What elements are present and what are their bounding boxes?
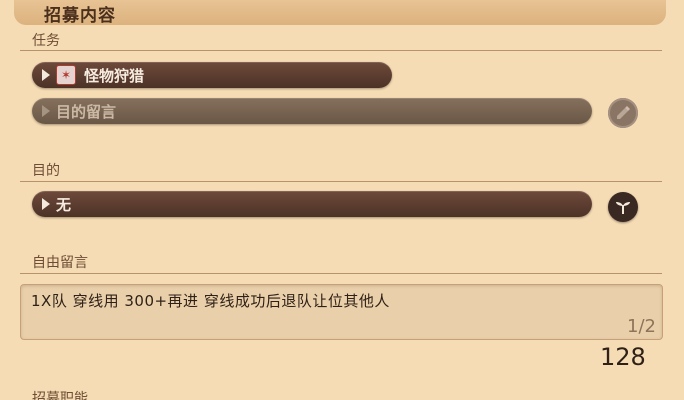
edit-icon [617,106,630,119]
edit-button[interactable] [608,98,638,128]
free-comment-textbox[interactable]: 1X队 穿线用 300+再进 穿线成功后退队让位其他人 1/2 [20,284,663,340]
recruit-role-section-label: 招募职能 [32,391,88,400]
purpose-select[interactable]: 无 [32,191,592,217]
purpose-select-value: 无 [56,195,72,214]
sprout-icon [616,202,630,214]
divider [20,50,662,51]
page-title: 招募内容 [44,6,116,26]
divider [20,273,662,274]
purpose-note-label: 目的留言 [56,102,117,121]
purpose-note-select[interactable]: 目的留言 [32,98,592,124]
sprout-button[interactable] [608,192,638,222]
char-count: 128 [600,343,646,371]
play-arrow-icon [42,105,50,117]
monster-hunt-icon: ✶ [56,65,76,85]
header-bar: 招募内容 [14,0,666,26]
free-comment-text: 1X队 穿线用 300+再进 穿线成功后退队让位其他人 [31,292,390,310]
page-indicator[interactable]: 1/2 [627,316,656,337]
task-section-label: 任务 [32,33,60,49]
divider [20,181,662,182]
duty-select-label: 怪物狩猎 [84,66,145,85]
free-comment-section-label: 自由留言 [32,255,88,271]
duty-select[interactable]: ✶ 怪物狩猎 [32,62,392,88]
play-arrow-icon [42,198,50,210]
play-arrow-icon [42,69,50,81]
purpose-section-label: 目的 [32,163,60,179]
